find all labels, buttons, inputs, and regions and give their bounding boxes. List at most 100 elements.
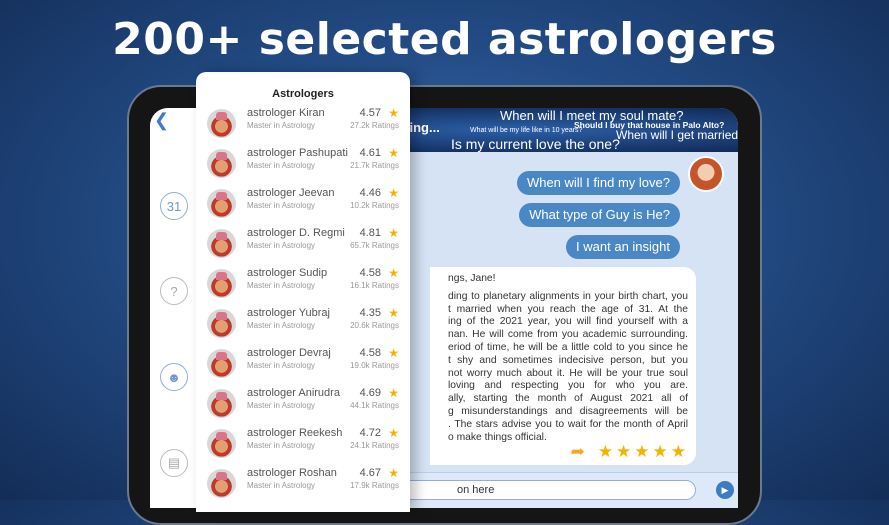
astrologer-avatar	[207, 309, 236, 338]
reply-line: t shy and sometimes indecisive person, b…	[448, 354, 688, 366]
banner-text: What will be my life like in 10 years?	[470, 127, 583, 134]
reply-actions: ➦ ★ ★ ★ ★ ★	[571, 443, 687, 460]
astrologer-avatar	[207, 149, 236, 178]
astrologer-name: astrologer Reekesh	[247, 427, 343, 439]
star-icon: ★	[388, 226, 399, 240]
astrologer-avatar	[207, 349, 236, 378]
star-icon: ★	[388, 106, 399, 120]
astrologer-item[interactable]: astrologer Roshan Master in Astrology 4.…	[196, 463, 410, 503]
astrologer-subtitle: Master in Astrology	[247, 361, 316, 370]
star-icon[interactable]: ★	[616, 443, 631, 460]
astrologer-rating: 4.46	[359, 187, 381, 199]
astrologer-rating-count: 24.1k Ratings	[350, 441, 399, 450]
star-icon[interactable]: ★	[634, 443, 649, 460]
astrologer-item[interactable]: astrologer D. Regmi Master in Astrology …	[196, 223, 410, 263]
reply-line: loving and respecting you for who you ar…	[448, 380, 688, 392]
astrologer-subtitle: Master in Astrology	[247, 161, 316, 170]
astrologer-subtitle: Master in Astrology	[247, 441, 316, 450]
reply-line: not worry much about it. He will be your…	[448, 367, 688, 379]
astrologer-item[interactable]: astrologer Devraj Master in Astrology 4.…	[196, 343, 410, 383]
calendar-icon[interactable]: 31	[160, 192, 188, 220]
astrologer-avatar	[207, 429, 236, 458]
headline: 200+ selected astrologers	[112, 14, 777, 65]
chat-icon[interactable]: ▤	[160, 449, 188, 477]
astrologer-rating-count: 27.2k Ratings	[350, 121, 399, 130]
question-bubble[interactable]: When will I find my love?	[516, 171, 680, 195]
astrologer-subtitle: Master in Astrology	[247, 321, 316, 330]
astrologer-subtitle: Master in Astrology	[247, 401, 316, 410]
banner-text: When will I get married?	[616, 128, 738, 142]
astrologer-rating: 4.61	[359, 147, 381, 159]
star-icon[interactable]: ★	[671, 443, 686, 460]
astrologer-item[interactable]: astrologer Sudip Master in Astrology 4.5…	[196, 263, 410, 303]
astrologer-name: astrologer Roshan	[247, 467, 337, 479]
astrologer-subtitle: Master in Astrology	[247, 201, 316, 210]
reply-line: nan. He will come from you academic surr…	[448, 329, 688, 341]
astrologer-avatar	[207, 109, 236, 138]
astrologer-rating: 4.57	[359, 107, 381, 119]
astrologer-rating-count: 16.1k Ratings	[350, 281, 399, 290]
astrologer-rating: 4.58	[359, 347, 381, 359]
astrologer-item[interactable]: astrologer Yubraj Master in Astrology 4.…	[196, 303, 410, 343]
astrologer-name: astrologer D. Regmi	[247, 227, 345, 239]
reply-line: o make things official.	[448, 431, 547, 443]
panel-title: Astrologers	[272, 88, 334, 100]
send-icon[interactable]: ▶	[716, 481, 734, 499]
astrologer-item[interactable]: astrologer Pashupati Master in Astrology…	[196, 143, 410, 183]
astrologer-avatar	[207, 469, 236, 498]
astrologer-name: astrologer Kiran	[247, 107, 325, 119]
star-icon[interactable]: ★	[598, 443, 613, 460]
astrologer-name: astrologer Anirudra	[247, 387, 340, 399]
reply-line: eriod of time, he will be a little cold …	[448, 341, 688, 353]
astrologer-rating: 4.58	[359, 267, 381, 279]
chevron-left-icon[interactable]: ❮	[154, 110, 169, 131]
astrologer-name: astrologer Sudip	[247, 267, 328, 279]
astrologer-name: astrologer Yubraj	[247, 307, 330, 319]
astrologer-rating: 4.67	[359, 467, 381, 479]
star-icon: ★	[388, 426, 399, 440]
astrologer-rating-count: 65.7k Ratings	[350, 241, 399, 250]
reply-line: ing of the 2021 year, you will find your…	[448, 316, 688, 328]
astrologer-item[interactable]: astrologer Kiran Master in Astrology 4.5…	[196, 103, 410, 143]
reply-line: g misunderstandings and disagreements wi…	[448, 405, 688, 417]
astrologer-rating-count: 10.2k Ratings	[350, 201, 399, 210]
reply-line: . The stars advise you to wait for the m…	[448, 418, 688, 430]
question-bubble[interactable]: I want an insight	[566, 235, 680, 259]
sidebar: ❮ 31 ? ☻ ▤	[150, 108, 200, 508]
astrologer-rating-count: 17.9k Ratings	[350, 481, 399, 490]
star-icon: ★	[388, 466, 399, 480]
astrologer-item[interactable]: astrologer Anirudra Master in Astrology …	[196, 383, 410, 423]
astrologers-panel: Astrologers astrologer Kiran Master in A…	[196, 72, 410, 512]
banner-text: Is my current love the one?	[451, 136, 620, 152]
astrologer-rating: 4.81	[359, 227, 381, 239]
star-icon: ★	[388, 146, 399, 160]
astrologer-subtitle: Master in Astrology	[247, 281, 316, 290]
astrologer-rating-count: 44.1k Ratings	[350, 401, 399, 410]
astrologer-subtitle: Master in Astrology	[247, 481, 316, 490]
reply-line: ding to planetary alignments in your bir…	[448, 290, 688, 302]
users-icon[interactable]: ☻	[160, 363, 188, 391]
astrologer-rating-count: 20.6k Ratings	[350, 321, 399, 330]
astrologer-name: astrologer Jeevan	[247, 187, 335, 199]
reply-line: t married when you reach the age of 31. …	[448, 303, 688, 315]
astrologer-name: astrologer Pashupati	[247, 147, 348, 159]
question-bubble[interactable]: What type of Guy is He?	[519, 203, 680, 227]
star-icon: ★	[388, 186, 399, 200]
astrologer-rating-count: 21.7k Ratings	[350, 161, 399, 170]
question-input[interactable]: on here	[390, 480, 696, 500]
astrologer-item[interactable]: astrologer Reekesh Master in Astrology 4…	[196, 423, 410, 463]
astrologer-subtitle: Master in Astrology	[247, 241, 316, 250]
astrologer-rating: 4.72	[359, 427, 381, 439]
reply-line: ally, starting the month of August 2021 …	[448, 393, 688, 405]
astrologer-subtitle: Master in Astrology	[247, 121, 316, 130]
help-icon[interactable]: ?	[160, 277, 188, 305]
astrologer-item[interactable]: astrologer Jeevan Master in Astrology 4.…	[196, 183, 410, 223]
star-icon: ★	[388, 306, 399, 320]
calendar-day: 31	[166, 198, 182, 214]
astrologer-avatar	[207, 229, 236, 258]
reply-line: ngs, Jane!	[448, 273, 496, 284]
reply-card: ngs, Jane! ding to planetary alignments …	[430, 267, 696, 465]
astrologer-avatar	[207, 189, 236, 218]
share-icon[interactable]: ➦	[571, 443, 585, 460]
star-icon[interactable]: ★	[653, 443, 668, 460]
